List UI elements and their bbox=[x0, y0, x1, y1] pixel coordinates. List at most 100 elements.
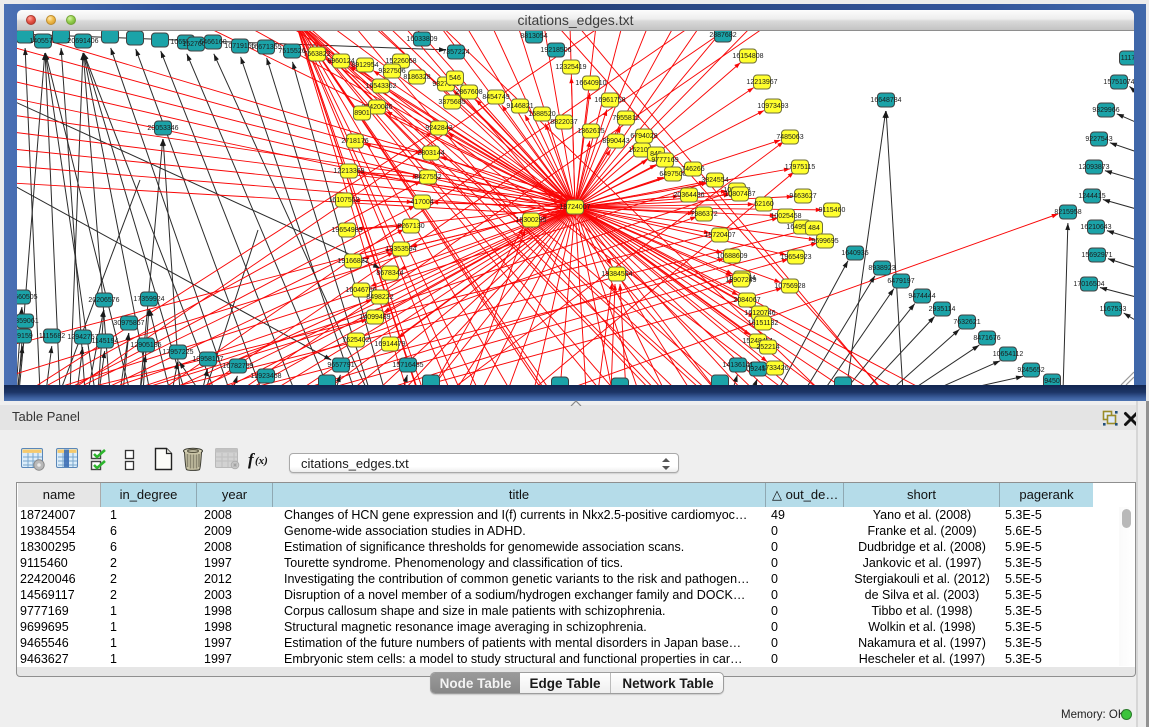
svg-text:7632621: 7632621 bbox=[953, 319, 980, 326]
svg-text:484: 484 bbox=[808, 225, 820, 232]
svg-text:8267130: 8267130 bbox=[397, 223, 424, 230]
svg-text:8215958: 8215958 bbox=[1054, 209, 1081, 216]
svg-text:20206576: 20206576 bbox=[88, 297, 119, 304]
svg-text:16543362: 16543362 bbox=[365, 83, 396, 90]
svg-text:8471676: 8471676 bbox=[973, 335, 1000, 342]
svg-text:8427552: 8427552 bbox=[414, 174, 441, 181]
svg-text:9327506: 9327506 bbox=[378, 68, 405, 75]
svg-text:2803144: 2803144 bbox=[417, 150, 444, 157]
svg-text:9450: 9450 bbox=[1044, 378, 1060, 385]
svg-text:19384554: 19384554 bbox=[601, 271, 632, 278]
svg-text:17975115: 17975115 bbox=[785, 164, 816, 171]
svg-text:12213369: 12213369 bbox=[333, 168, 364, 175]
svg-text:17957225: 17957225 bbox=[162, 349, 193, 356]
svg-text:8813054: 8813054 bbox=[520, 33, 547, 40]
svg-text:7485063: 7485063 bbox=[776, 134, 803, 141]
svg-text:1640935: 1640935 bbox=[841, 250, 868, 257]
svg-text:12923468: 12923468 bbox=[250, 373, 281, 380]
svg-text:12093873: 12093873 bbox=[1078, 164, 1109, 171]
svg-text:2084067: 2084067 bbox=[733, 297, 760, 304]
svg-text:3375685: 3375685 bbox=[438, 99, 465, 106]
svg-text:17016504: 17016504 bbox=[1073, 281, 1104, 288]
svg-text:7986372: 7986372 bbox=[690, 211, 717, 218]
svg-text:15751074: 15751074 bbox=[1103, 79, 1134, 86]
svg-text:4359061: 4359061 bbox=[17, 318, 39, 325]
svg-text:9242843: 9242843 bbox=[425, 125, 452, 132]
svg-text:746266: 746266 bbox=[681, 166, 704, 173]
svg-text:10807487: 10807487 bbox=[724, 191, 755, 198]
svg-text:9777169: 9777169 bbox=[651, 157, 678, 164]
svg-text:20364436: 20364436 bbox=[673, 192, 704, 199]
svg-text:8678344: 8678344 bbox=[376, 270, 403, 277]
svg-text:16154808: 16154808 bbox=[732, 53, 763, 60]
svg-text:7357224: 7357224 bbox=[442, 49, 469, 56]
svg-text:6794028: 6794028 bbox=[630, 133, 657, 140]
svg-text:19166827: 19166827 bbox=[337, 258, 368, 265]
svg-text:16671355: 16671355 bbox=[250, 44, 281, 51]
svg-text:1588520: 1588520 bbox=[528, 111, 555, 118]
svg-text:12213967: 12213967 bbox=[746, 79, 777, 86]
svg-text:39159: 39159 bbox=[17, 333, 33, 340]
svg-text:9245652: 9245652 bbox=[1017, 367, 1044, 374]
svg-text:8498222: 8498222 bbox=[366, 294, 393, 301]
svg-text:18907249: 18907249 bbox=[725, 277, 756, 284]
svg-text:10025458: 10025458 bbox=[770, 213, 801, 220]
svg-text:1117: 1117 bbox=[1121, 55, 1134, 62]
svg-text:10973493: 10973493 bbox=[757, 103, 788, 110]
svg-text:10688609: 10688609 bbox=[716, 253, 747, 260]
svg-text:12905185: 12905185 bbox=[130, 342, 161, 349]
svg-text:9115460: 9115460 bbox=[819, 207, 846, 214]
svg-text:16151132: 16151132 bbox=[748, 320, 779, 327]
svg-text:8901: 8901 bbox=[354, 110, 370, 117]
svg-text:7955812: 7955812 bbox=[612, 115, 639, 122]
svg-text:62160: 62160 bbox=[754, 201, 774, 208]
svg-text:14136141: 14136141 bbox=[722, 362, 753, 369]
svg-text:8454749: 8454749 bbox=[482, 94, 509, 101]
svg-text:(x): (x) bbox=[255, 455, 268, 467]
svg-text:252214: 252214 bbox=[756, 344, 779, 351]
svg-text:20660505: 20660505 bbox=[17, 294, 38, 301]
svg-text:16914479: 16914479 bbox=[374, 341, 405, 348]
svg-text:3824554: 3824554 bbox=[701, 177, 728, 184]
svg-text:15720407: 15720407 bbox=[704, 232, 735, 239]
svg-text:30975867: 30975867 bbox=[113, 320, 144, 327]
svg-text:2935114: 2935114 bbox=[929, 306, 956, 313]
svg-text:13353594: 13353594 bbox=[385, 246, 416, 253]
svg-text:7663822: 7663822 bbox=[303, 51, 330, 58]
svg-text:1145194: 1145194 bbox=[92, 338, 119, 345]
svg-text:2718176: 2718176 bbox=[341, 138, 368, 145]
svg-text:8938923: 8938923 bbox=[868, 265, 895, 272]
svg-text:8822037: 8822037 bbox=[550, 119, 577, 126]
svg-text:19654985: 19654985 bbox=[331, 227, 362, 234]
svg-text:19654923: 19654923 bbox=[780, 254, 811, 261]
svg-text:20053346: 20053346 bbox=[147, 125, 178, 132]
svg-text:9463627: 9463627 bbox=[789, 193, 816, 200]
svg-text:18724007: 18724007 bbox=[559, 204, 590, 211]
svg-text:1362615: 1362615 bbox=[577, 128, 604, 135]
svg-text:16782759: 16782759 bbox=[222, 363, 253, 370]
svg-text:9146821: 9146821 bbox=[506, 103, 533, 110]
svg-text:2887682: 2887682 bbox=[709, 32, 736, 39]
svg-text:10654112: 10654112 bbox=[993, 351, 1024, 358]
svg-text:6479197: 6479197 bbox=[887, 278, 914, 285]
svg-text:6466160: 6466160 bbox=[199, 39, 226, 46]
svg-text:15692971: 15692971 bbox=[1081, 252, 1112, 259]
svg-text:8912954: 8912954 bbox=[351, 62, 378, 69]
svg-text:8186328: 8186328 bbox=[403, 74, 430, 81]
svg-text:546: 546 bbox=[449, 75, 461, 82]
svg-text:10958107: 10958107 bbox=[192, 356, 223, 363]
svg-text:7515526: 7515526 bbox=[278, 48, 305, 55]
svg-text:12325419: 12325419 bbox=[555, 64, 586, 71]
svg-text:1115682: 1115682 bbox=[39, 333, 65, 340]
svg-text:10756928: 10756928 bbox=[774, 283, 805, 290]
svg-text:417004: 417004 bbox=[410, 199, 433, 206]
svg-text:1244415: 1244415 bbox=[1078, 193, 1105, 200]
svg-text:9699695: 9699695 bbox=[811, 238, 838, 245]
svg-text:1733426: 1733426 bbox=[761, 365, 788, 372]
svg-text:18300295: 18300295 bbox=[515, 217, 546, 224]
svg-text:17359924: 17359924 bbox=[133, 296, 164, 303]
svg-text:9474444: 9474444 bbox=[908, 293, 935, 300]
svg-text:16210643: 16210643 bbox=[1080, 224, 1111, 231]
svg-text:16648784: 16648784 bbox=[870, 97, 901, 104]
svg-text:9329966: 9329966 bbox=[1092, 107, 1119, 114]
